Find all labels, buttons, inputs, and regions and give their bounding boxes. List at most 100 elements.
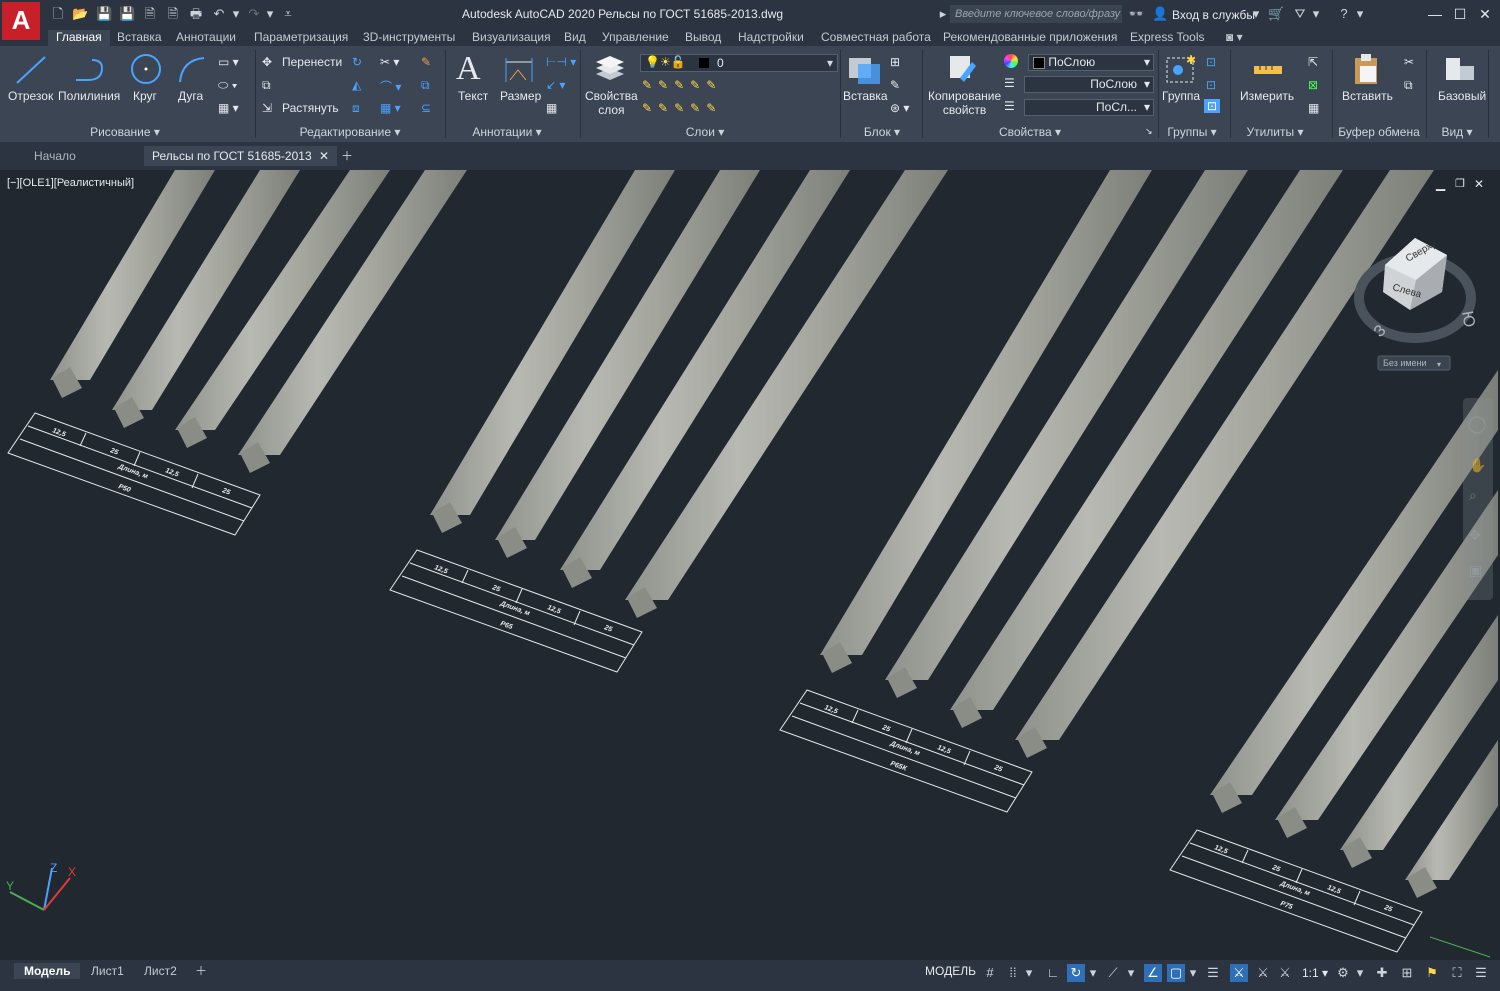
explode-icon[interactable]: ⧉ (421, 78, 430, 93)
save-as-icon[interactable]: 💾 (119, 6, 135, 22)
hatch-icon[interactable]: ▦ ▾ (218, 101, 239, 115)
showmotion-icon[interactable]: ▣ (1469, 563, 1482, 579)
units-icon[interactable]: ⊞ (1398, 964, 1416, 982)
new-tab-icon[interactable]: ＋ (333, 146, 361, 166)
move-button[interactable]: Перенести (282, 55, 342, 69)
help-dropdown-icon[interactable]: ▾ (1356, 6, 1364, 22)
arc-button[interactable]: Дуга (178, 89, 203, 103)
viewport-restore-icon[interactable]: ❐ (1455, 177, 1465, 190)
draw-panel-title[interactable]: Рисование ▾ (80, 124, 170, 140)
group-select-icon[interactable]: ⊡ (1204, 99, 1221, 113)
user-icon[interactable]: 👤 (1152, 6, 1168, 22)
tab-3d-tools[interactable]: 3D-инструменты (363, 30, 455, 46)
color-dropdown[interactable]: ПоСлою ▾ (1028, 54, 1154, 71)
snap-dropdown-icon[interactable]: ▾ (1024, 964, 1034, 982)
viewport-controls-label[interactable]: [−][OLE1][Реалистичный] (7, 177, 134, 189)
calculator-icon[interactable]: ▦ (1308, 101, 1319, 115)
tab-manage[interactable]: Управление (602, 30, 669, 46)
snap-icon[interactable]: ⁞⁞ (1004, 964, 1022, 982)
group-button[interactable]: Группа (1162, 89, 1200, 103)
rotate-icon[interactable]: ↻ (352, 55, 362, 69)
array-icon[interactable]: ▦ ▾ (380, 101, 401, 115)
search-expand-icon[interactable]: ▸ (938, 6, 948, 22)
scale-icon[interactable]: ⧈ (352, 101, 360, 116)
tab-annotate[interactable]: Аннотации (176, 30, 236, 46)
a360-dropdown-icon[interactable]: ▾ (1312, 6, 1320, 22)
annotation-scale-icon[interactable]: ⚔ (1276, 964, 1294, 982)
minimize-icon[interactable]: — (1425, 5, 1445, 23)
line-button[interactable]: Отрезок (8, 89, 53, 103)
save-web-icon[interactable]: 🗎 (165, 6, 181, 22)
measure-button[interactable]: Измерить (1240, 89, 1294, 103)
copy-icon[interactable]: ⧉ (262, 78, 271, 93)
polar-dropdown-icon[interactable]: ▾ (1088, 964, 1098, 982)
ortho-icon[interactable]: ∟ (1044, 964, 1062, 982)
redo-icon[interactable]: ↷ (246, 6, 262, 22)
autoscale-icon[interactable]: ⚔ (1254, 964, 1272, 982)
annotation-panel-title[interactable]: Аннотации ▾ (462, 124, 552, 140)
quick-select-icon[interactable]: ⇱ (1308, 55, 1318, 69)
lineweight-toggle-icon[interactable]: ☰ (1204, 964, 1222, 982)
modify-panel-title[interactable]: Редактирование ▾ (290, 124, 410, 140)
offset-icon[interactable]: ⊆ (421, 101, 431, 115)
paste-button[interactable]: Вставить (1342, 89, 1393, 103)
move-icon[interactable]: ✥ (262, 55, 272, 69)
annotation-monitor-icon[interactable]: ✚ (1373, 964, 1391, 982)
dimension-button[interactable]: Размер (500, 89, 541, 103)
tab-visualize[interactable]: Визуализация (472, 30, 551, 46)
copy-clip-icon[interactable]: ⧉ (1404, 78, 1413, 93)
group-edit-icon[interactable]: ⊡ (1206, 78, 1216, 92)
sign-in-link[interactable]: Вход в службы (1172, 8, 1255, 22)
tab-view[interactable]: Вид (564, 30, 586, 46)
workspace-gear-icon[interactable]: ⚙ (1334, 964, 1352, 982)
object-snap-icon[interactable]: ▢ (1167, 964, 1185, 982)
match-properties-button[interactable]: Копирование свойств (928, 89, 1001, 117)
stretch-button[interactable]: Растянуть (282, 101, 339, 115)
object-snap-dropdown-icon[interactable]: ▾ (1188, 964, 1198, 982)
circle-button[interactable]: Круг (133, 89, 157, 103)
tab-output[interactable]: Вывод (685, 30, 721, 46)
lineweight-dropdown[interactable]: ПоСл... ▾ (1024, 99, 1154, 116)
annotation-visibility-icon[interactable]: ⚔ (1230, 964, 1248, 982)
layout-tab-model[interactable]: Модель (14, 963, 81, 979)
cart-icon[interactable]: 🛒 (1268, 6, 1284, 22)
view-panel-title[interactable]: Вид ▾ (1432, 124, 1482, 140)
binoculars-icon[interactable]: 👓 (1128, 6, 1144, 22)
quick-properties-icon[interactable]: ⚑ (1423, 964, 1441, 982)
maximize-icon[interactable]: ☐ (1450, 5, 1470, 23)
text-button[interactable]: Текст (458, 89, 488, 103)
save-icon[interactable]: 💾 (96, 6, 112, 22)
tab-parametric[interactable]: Параметризация (254, 30, 348, 46)
layer-tools-row-1[interactable]: ✎✎✎✎✎ (642, 78, 722, 92)
customize-toolbar-icon[interactable]: ⩡ (280, 6, 296, 22)
undo-dropdown-icon[interactable]: ▾ (232, 6, 240, 22)
redo-dropdown-icon[interactable]: ▾ (266, 6, 274, 22)
object-snap-tracking-icon[interactable]: ∠ (1144, 964, 1162, 982)
properties-panel-title[interactable]: Свойства ▾ (990, 124, 1070, 140)
workspace-dropdown-icon[interactable]: ▾ (1355, 964, 1365, 982)
insert-block-button[interactable]: Вставка (843, 89, 888, 103)
layout-tab-sheet1[interactable]: Лист1 (91, 963, 124, 979)
tab-insert[interactable]: Вставка (117, 30, 162, 46)
viewport-minimize-icon[interactable]: ▁ (1436, 177, 1445, 191)
isodraft-dropdown-icon[interactable]: ▾ (1126, 964, 1136, 982)
groups-panel-title[interactable]: Группы ▾ (1160, 124, 1224, 140)
fillet-icon[interactable]: ⌒ ▾ (380, 78, 401, 95)
add-layout-icon[interactable]: ＋ (195, 963, 207, 979)
layout-tab-sheet2[interactable]: Лист2 (144, 963, 177, 979)
new-file-icon[interactable]: 🗋 (50, 6, 66, 22)
create-block-icon[interactable]: ⊞ (890, 55, 900, 69)
clean-screen-icon[interactable]: ⛶ (1448, 964, 1466, 982)
tab-drawing[interactable]: Рельсы по ГОСТ 51685-2013 ✕ (144, 146, 338, 166)
tab-express-tools[interactable]: Express Tools (1130, 30, 1204, 46)
base-view-button[interactable]: Базовый (1438, 89, 1486, 103)
a360-icon[interactable]: ⛛ (1292, 6, 1308, 22)
application-menu-button[interactable]: A (2, 2, 40, 40)
panel-launcher-icon[interactable]: ↘ (1145, 126, 1153, 137)
tab-collaborate[interactable]: Совместная работа (821, 30, 931, 46)
trim-icon[interactable]: ✂ ▾ (380, 55, 399, 69)
table-icon[interactable]: ▦ (546, 101, 557, 115)
linetype-dropdown[interactable]: ПоСлою ▾ (1024, 76, 1154, 93)
undo-icon[interactable]: ↶ (211, 6, 227, 22)
tab-home[interactable]: Главная (48, 30, 110, 46)
